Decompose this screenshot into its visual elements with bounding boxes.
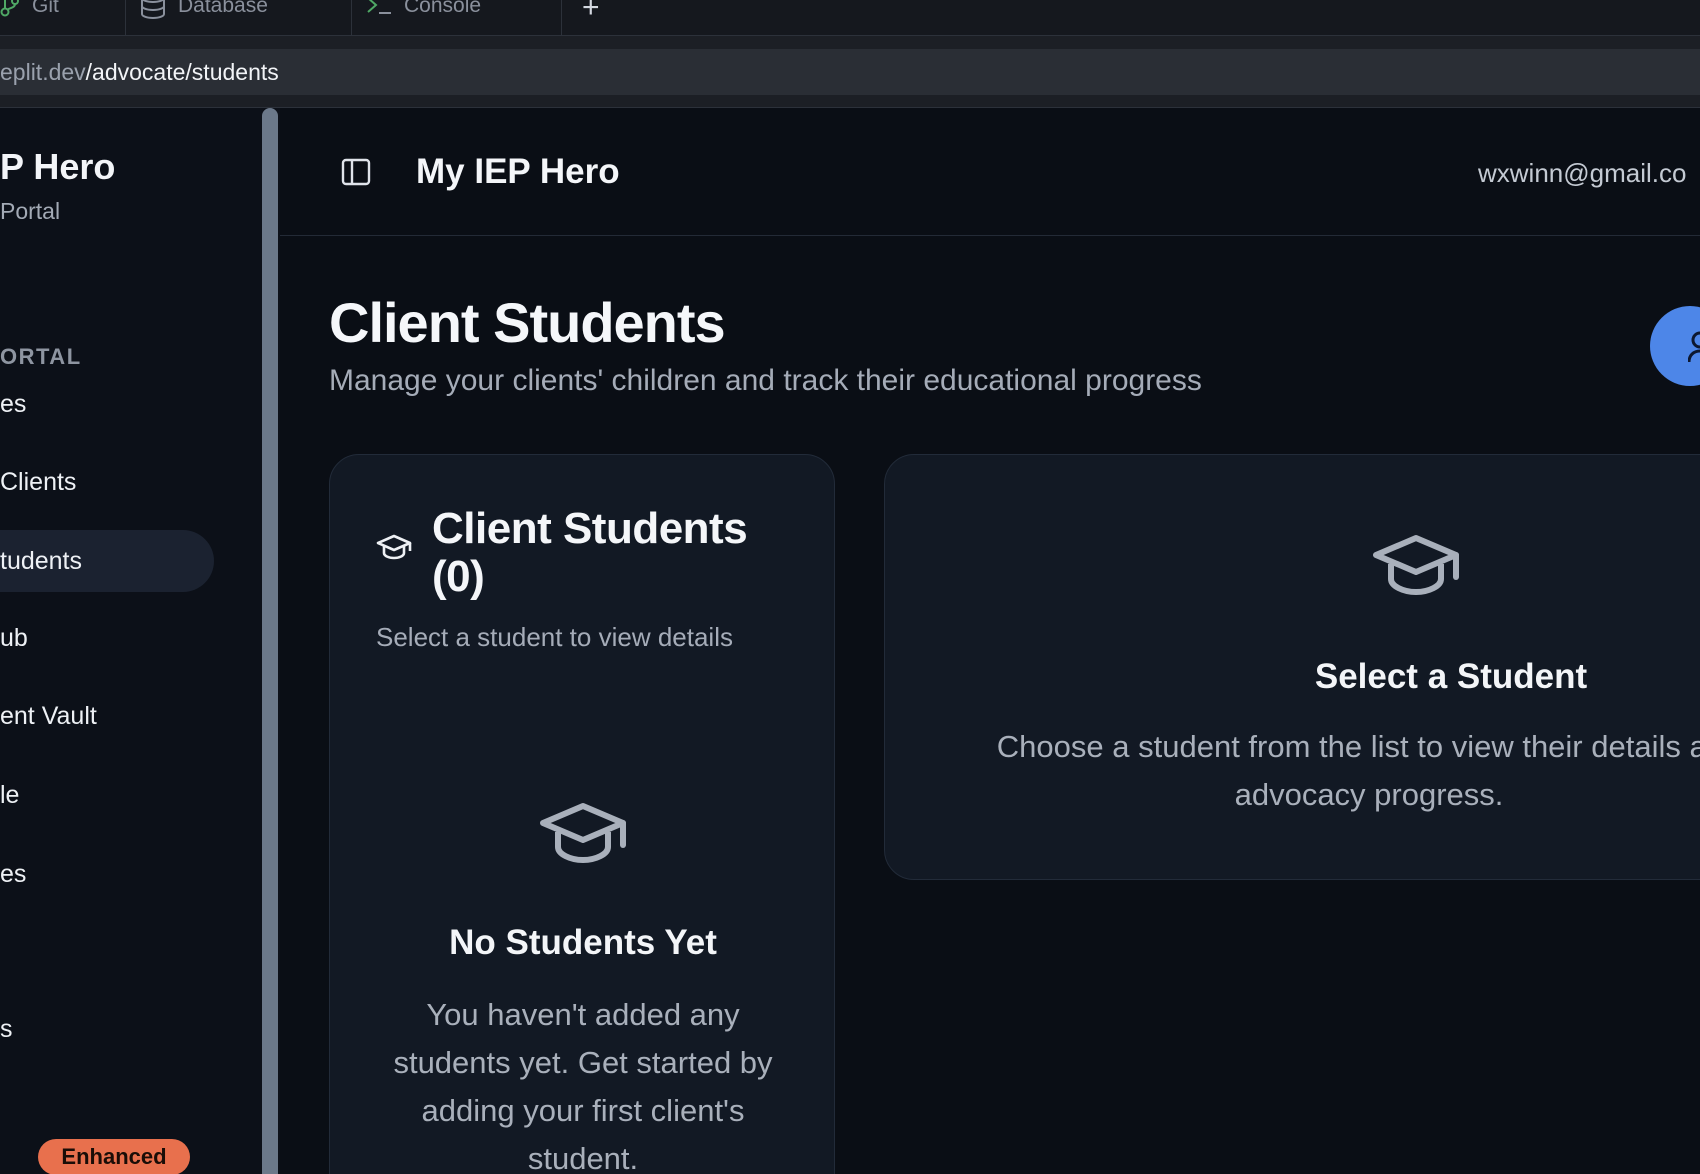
sidebar-item-label: es xyxy=(0,389,27,418)
git-branch-icon xyxy=(0,0,20,17)
sidebar-item-label: es xyxy=(0,859,27,888)
user-email[interactable]: wxwinn@gmail.co xyxy=(1478,158,1686,189)
add-tab-button[interactable]: + xyxy=(582,0,600,36)
url-field[interactable]: eplit.dev/advocate/students xyxy=(0,49,1700,95)
user-plus-icon xyxy=(1688,331,1700,363)
tab-label: Git xyxy=(32,0,59,17)
sidebar-item-1[interactable]: es xyxy=(0,373,26,435)
tab-label: Console xyxy=(404,0,482,17)
sidebar-item-students[interactable]: tudents xyxy=(0,530,214,592)
app-title: My IEP Hero xyxy=(416,152,620,191)
sidebar-scrollbar[interactable] xyxy=(262,108,278,1174)
sidebar-brand: P Hero xyxy=(0,146,116,187)
sidebar-item-document-vault[interactable]: ent Vault xyxy=(0,685,97,747)
sidebar-item-label: tudents xyxy=(0,546,83,575)
sidebar: P Hero Portal ORTAL es Clients tudents u… xyxy=(0,108,262,1174)
empty-state-text: You haven't added any students yet. Get … xyxy=(393,997,773,1174)
student-detail-card: Select a Student Choose a student from t… xyxy=(884,454,1700,880)
tab-label: Database xyxy=(178,0,268,17)
graduation-cap-icon xyxy=(1371,533,1461,604)
panel-left-icon xyxy=(341,158,371,186)
app-header: My IEP Hero wxwinn@gmail.co xyxy=(280,108,1700,236)
sidebar-item-hub[interactable]: ub xyxy=(0,607,28,669)
graduation-cap-icon xyxy=(538,801,628,872)
page-subtitle: Manage your clients' children and track … xyxy=(329,364,1202,397)
sidebar-item-label: le xyxy=(0,780,20,809)
sidebar-toggle-button[interactable] xyxy=(340,156,372,188)
tab-git[interactable]: Git xyxy=(0,0,126,36)
student-list-card: Client Students (0) Select a student to … xyxy=(329,454,835,1174)
page-title: Client Students xyxy=(329,291,726,354)
select-student-text: Choose a student from the list to view t… xyxy=(996,729,1700,812)
database-icon xyxy=(140,0,166,19)
ide-tab-bar: Git Database Console + xyxy=(0,0,1700,36)
graduation-cap-icon xyxy=(376,533,412,566)
empty-state-title: No Students Yet xyxy=(449,923,717,962)
url-host: eplit.dev xyxy=(0,58,86,85)
enhanced-badge: Enhanced xyxy=(38,1139,190,1174)
sidebar-item-label: s xyxy=(0,1014,13,1043)
student-list-title: Client Students (0) xyxy=(432,504,748,601)
sidebar-item-schedule[interactable]: le xyxy=(0,764,19,826)
sidebar-item-clients[interactable]: Clients xyxy=(0,451,76,513)
url-path: /advocate/students xyxy=(85,58,279,85)
sidebar-item-label: ent Vault xyxy=(0,701,97,730)
add-student-button[interactable] xyxy=(1650,306,1700,386)
select-student-title: Select a Student xyxy=(1314,657,1588,696)
main-content: My IEP Hero wxwinn@gmail.co Client Stude… xyxy=(280,108,1700,1174)
tab-console[interactable]: Console xyxy=(352,0,562,36)
sidebar-item-settings[interactable]: s xyxy=(0,998,13,1060)
terminal-icon xyxy=(366,0,392,16)
address-bar: eplit.dev/advocate/students xyxy=(0,36,1700,108)
tab-database[interactable]: Database xyxy=(126,0,352,36)
student-list-subtitle: Select a student to view details xyxy=(376,622,733,652)
sidebar-item-resources[interactable]: es xyxy=(0,843,26,905)
sidebar-item-label: Clients xyxy=(0,467,77,496)
sidebar-brand-subtitle: Portal xyxy=(0,198,61,224)
sidebar-section-label: ORTAL xyxy=(0,344,82,369)
sidebar-item-label: ub xyxy=(0,623,28,652)
